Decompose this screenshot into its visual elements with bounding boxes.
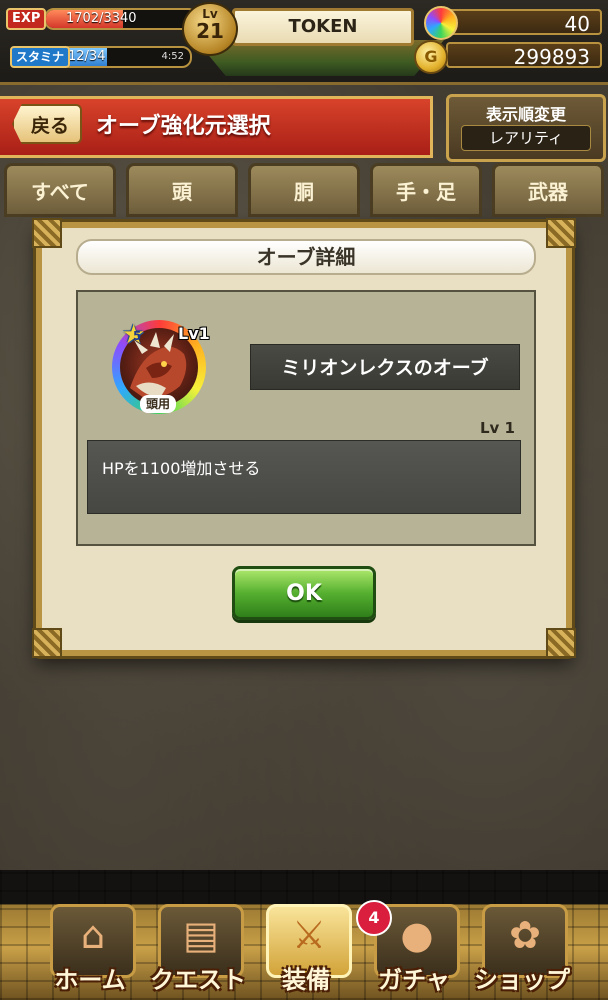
- nav-label: ガチャ: [378, 966, 450, 994]
- frame-corner: [32, 218, 62, 248]
- effect-description: HPを1100増加させる: [87, 440, 521, 514]
- coin-icon: G: [414, 40, 448, 74]
- stone-count[interactable]: 40: [446, 9, 602, 36]
- effect-level: Lv 1: [480, 419, 515, 437]
- orb-slot-badge: 頭用: [140, 395, 176, 413]
- sort-value: レアリティ: [461, 125, 591, 151]
- dialog-title: オーブ詳細: [76, 239, 536, 275]
- tab-hands-feet[interactable]: 手・足: [370, 163, 482, 217]
- stamina-timer: 4:52: [161, 51, 184, 62]
- stamina-label: スタミナ: [10, 46, 71, 68]
- exp-bar: 1702/3340: [44, 8, 198, 30]
- frame-corner: [546, 218, 576, 248]
- status-bar: 1702/3340 EXP 12/34 4:52 スタミナ TOKEN Lv 2…: [0, 0, 608, 85]
- player-name[interactable]: TOKEN: [232, 8, 414, 46]
- nav-quest[interactable]: ▤ クエスト: [148, 904, 248, 996]
- nav-label: ショップ: [474, 966, 570, 994]
- orb-rarity: 5: [133, 329, 142, 343]
- nav-label: 装備: [282, 966, 330, 994]
- nav-shop[interactable]: ✿ ショップ: [472, 904, 572, 996]
- level-badge: Lv 21: [182, 2, 238, 56]
- sort-order-button[interactable]: 表示順変更 レアリティ: [446, 94, 606, 162]
- ok-button[interactable]: OK: [232, 566, 376, 620]
- frame-corner: [32, 628, 62, 658]
- nav-label: ホーム: [54, 966, 126, 994]
- exp-label: EXP: [6, 8, 47, 30]
- orb-name: ミリオンレクスのオーブ: [250, 344, 520, 390]
- tab-body[interactable]: 胴: [248, 163, 360, 217]
- tab-head[interactable]: 頭: [126, 163, 238, 217]
- back-button[interactable]: 戻る: [12, 104, 82, 144]
- frame-corner: [546, 628, 576, 658]
- stamina-bar: 12/34 4:52: [60, 46, 192, 68]
- nav-home[interactable]: ⌂ ホーム: [40, 904, 140, 996]
- gacha-notification-badge: 4: [356, 900, 392, 936]
- coin-count[interactable]: 299893: [446, 42, 602, 69]
- orb-level: Lv1: [178, 324, 210, 343]
- sort-title: 表示順変更: [485, 105, 566, 124]
- exp-value: 1702/3340: [66, 11, 137, 26]
- tab-all[interactable]: すべて: [4, 163, 116, 217]
- page-title: オーブ強化元選択: [96, 114, 271, 139]
- stamina-value: 12/34: [68, 49, 106, 64]
- rainbow-stone-icon: [424, 6, 458, 40]
- tab-weapon[interactable]: 武器: [492, 163, 604, 217]
- nav-label: クエスト: [150, 966, 246, 994]
- level-value: 21: [196, 19, 224, 43]
- nav-equipment[interactable]: ⚔ 装備: [256, 904, 356, 996]
